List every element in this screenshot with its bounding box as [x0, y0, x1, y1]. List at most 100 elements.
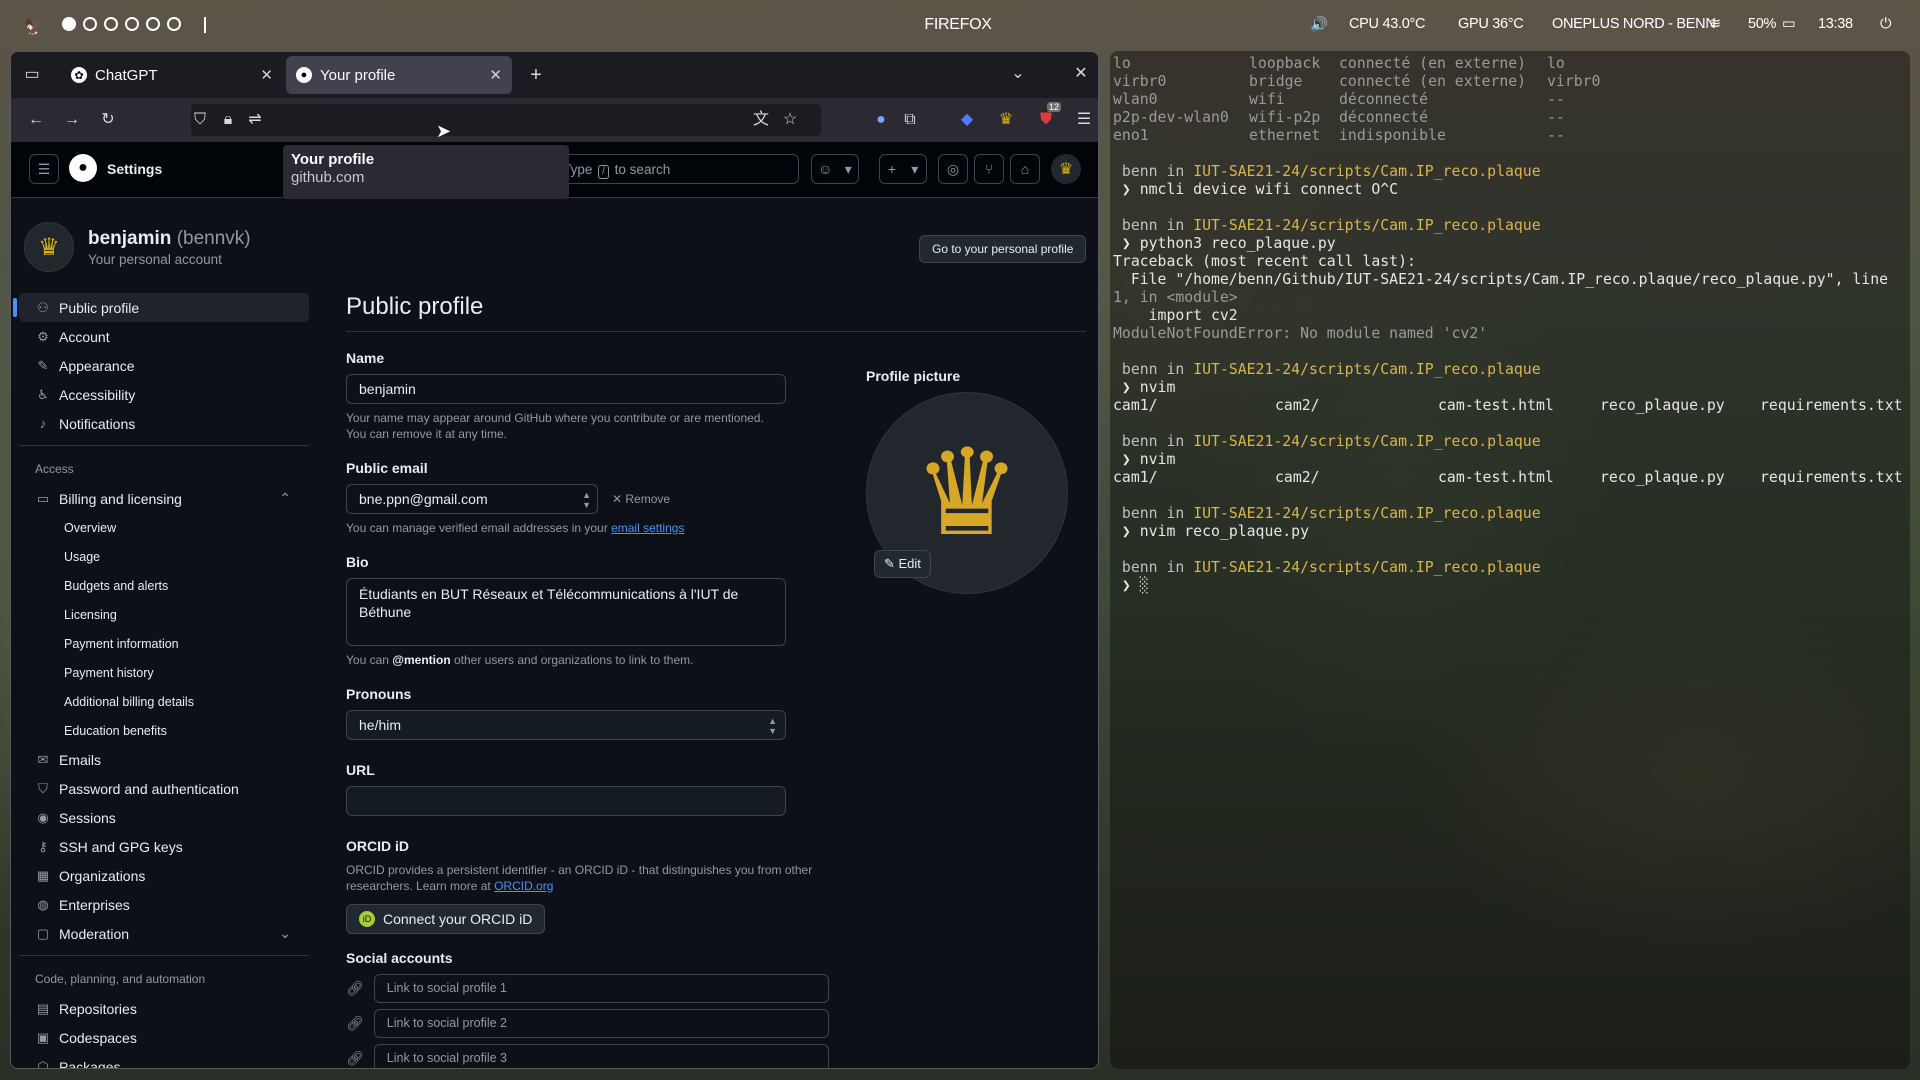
tab-chatgpt[interactable]: ✿ ChatGPT ✕ — [61, 56, 283, 94]
list-tabs-chevron-icon[interactable]: ⌄ — [1007, 64, 1029, 84]
ublock-icon[interactable]: ⛊ — [1035, 110, 1057, 130]
bio-textarea[interactable]: Étudiants en BUT Réseaux et Télécommunic… — [346, 578, 786, 646]
file-entry: reco_plaque.py — [1600, 469, 1725, 486]
reload-icon[interactable]: ↻ — [97, 110, 119, 130]
social-input-1[interactable]: Link to social profile 1 — [373, 974, 829, 1003]
orcid-note-text: ORCID provides a persistent identifier -… — [346, 863, 813, 893]
pronouns-select[interactable]: he/him ▲ ▼ — [346, 710, 786, 740]
url-bar[interactable] — [191, 104, 821, 136]
new-tab-icon[interactable]: + — [525, 65, 547, 85]
prompt-path: IUT-SAE21-24/scripts/Cam.IP_reco.plaque — [1193, 361, 1541, 378]
sidebar-divider — [19, 955, 309, 956]
sidebar-item-accessibility[interactable]: ♿︎ Accessibility — [19, 380, 309, 409]
menu-hamburger-icon[interactable]: ☰ — [1073, 110, 1095, 130]
extension-avatar-icon[interactable]: ♛ — [995, 110, 1017, 130]
url-field[interactable] — [346, 786, 786, 816]
system-top-bar: 🦅 FIREFOX 🔊 CPU 43.0°C GPU 36°C ONEPLUS … — [0, 0, 1920, 50]
inbox-button[interactable]: ⌂ — [1010, 154, 1040, 184]
sidebar-item-password[interactable]: ⛉ Password and authentication — [19, 774, 309, 803]
bio-note-pre: You can — [346, 653, 389, 667]
user-name[interactable]: benjamin — [88, 228, 171, 249]
sidebar-item-emails[interactable]: ✉ Emails — [19, 745, 309, 774]
net-connection: virbr0 — [1547, 73, 1601, 90]
search-input[interactable]: ⌕ Type / to search — [541, 154, 799, 184]
wifi-icon: ≋ — [1709, 16, 1721, 32]
sidebar-item-account[interactable]: ⚙ Account — [19, 322, 309, 351]
sidebar-item-repositories[interactable]: ▤ Repositories — [19, 994, 309, 1023]
bookmark-star-icon[interactable]: ☆ — [779, 110, 801, 130]
github-logo-icon[interactable]: ● — [69, 154, 97, 182]
sidebar-toggle-icon[interactable]: ▭ — [21, 65, 43, 85]
net-type: wifi-p2p — [1249, 109, 1321, 126]
terminal-window[interactable]: lo loopback connecté (en externe) lo virbr0 b… — [1110, 51, 1910, 1069]
volume-icon[interactable]: 🔊 — [1310, 16, 1328, 33]
prompt-symbol: ❯ — [1113, 181, 1140, 198]
sidebar-item-packages[interactable]: ⬡ Packages — [19, 1052, 309, 1069]
sidebar-subitem-licensing[interactable]: Licensing — [19, 600, 309, 629]
name-field[interactable]: benjamin — [346, 374, 786, 404]
sidebar-subitem-usage[interactable]: Usage — [19, 542, 309, 571]
email-select[interactable]: bne.ppn@gmail.com ▲ ▼ — [346, 484, 598, 514]
power-icon[interactable]: ⏻ — [1880, 16, 1891, 32]
profile-picture-label: Profile picture — [866, 368, 961, 384]
prompt-user: benn — [1113, 217, 1167, 234]
tracking-shield-icon[interactable]: ⛉ — [189, 110, 211, 130]
close-window-icon[interactable]: ✕ — [1070, 64, 1092, 84]
tab-your-profile[interactable]: ● Your profile ✕ — [286, 56, 512, 94]
orcid-link[interactable]: ORCID.org — [494, 879, 553, 893]
sidebar-item-moderation[interactable]: ▢ Moderation ⌄ — [19, 919, 309, 948]
sidebar-item-organizations[interactable]: ▦ Organizations — [19, 861, 309, 890]
name-note: Your name may appear around GitHub where… — [346, 411, 764, 441]
lock-icon[interactable]: 🔒︎ — [217, 110, 239, 130]
sidebar-item-sessions[interactable]: ◉ Sessions — [19, 803, 309, 832]
close-tab-icon[interactable]: ✕ — [260, 66, 273, 84]
create-new-button[interactable]: + ▾ — [879, 154, 927, 184]
credit-card-icon: ▭ — [36, 490, 50, 506]
edit-picture-button[interactable]: ✎ Edit — [874, 550, 931, 578]
issues-button[interactable]: ◎ — [938, 154, 968, 184]
sidebar-subitem-billing-details[interactable]: Additional billing details — [19, 687, 309, 716]
sidebar-item-public-profile[interactable]: ⚇ Public profile — [13, 293, 309, 322]
network-name[interactable]: ONEPLUS NORD - BENN — [1552, 16, 1716, 32]
email-settings-link[interactable]: email settings — [611, 521, 684, 535]
prompt-in: in — [1166, 505, 1194, 522]
user-avatar-button[interactable]: ♛ — [1051, 154, 1081, 184]
sidebar-subitem-education[interactable]: Education benefits — [19, 716, 309, 745]
pull-requests-button[interactable]: ⑂ — [974, 154, 1004, 184]
sidebar-item-notifications[interactable]: ♪ Notifications — [19, 409, 309, 438]
file-entry: cam1/ — [1113, 397, 1158, 414]
header-title[interactable]: Settings — [107, 161, 162, 177]
bitwarden-icon[interactable]: ◆ — [956, 110, 978, 130]
remove-email-button[interactable]: ✕ Remove — [612, 492, 670, 506]
sidebar-subitem-payment-history[interactable]: Payment history — [19, 658, 309, 687]
broadcast-icon: ◉ — [37, 809, 49, 825]
close-tab-icon[interactable]: ✕ — [489, 66, 502, 84]
sidebar-subitem-budgets[interactable]: Budgets and alerts — [19, 571, 309, 600]
social-label: Social accounts — [346, 950, 453, 966]
translate-icon[interactable]: 文 — [750, 110, 772, 130]
select-arrows-icon: ▲ ▼ — [768, 716, 777, 736]
sidebar-subitem-payment-info[interactable]: Payment information — [19, 629, 309, 658]
sidebar-subitem-overview[interactable]: Overview — [19, 513, 309, 542]
file-entry: cam-test.html — [1438, 397, 1554, 414]
clock: 13:38 — [1818, 16, 1853, 32]
permissions-icon[interactable]: ⇌ — [244, 110, 266, 130]
sidebar-item-codespaces[interactable]: ▣ Codespaces — [19, 1023, 309, 1052]
back-icon[interactable]: ← — [25, 110, 47, 130]
sidebar-item-billing[interactable]: ▭ Billing and licensing ⌃ — [19, 484, 309, 513]
connect-orcid-button[interactable]: iD Connect your ORCID iD — [346, 904, 546, 934]
extension-icon[interactable]: ● — [870, 110, 892, 130]
copilot-button[interactable]: ☺ ▾ — [811, 154, 859, 184]
forward-icon[interactable]: → — [61, 110, 83, 130]
go-to-profile-button[interactable]: Go to your personal profile — [919, 235, 1087, 263]
sidebar-item-ssh-keys[interactable]: ⚷ SSH and GPG keys — [19, 832, 309, 861]
sidebar-item-enterprises[interactable]: ◍ Enterprises — [19, 890, 309, 919]
select-arrows-icon: ▲ ▼ — [582, 490, 591, 510]
social-input-2[interactable]: Link to social profile 2 — [373, 1009, 829, 1038]
extensions-puzzle-icon[interactable]: ⧉ — [899, 110, 921, 130]
plus-icon: + — [887, 161, 896, 177]
github-menu-button[interactable]: ☰ — [29, 154, 59, 184]
net-device: wlan0 — [1113, 91, 1158, 108]
sidebar-item-appearance[interactable]: ✎ Appearance — [19, 351, 309, 380]
social-input-3[interactable]: Link to social profile 3 — [373, 1044, 829, 1068]
